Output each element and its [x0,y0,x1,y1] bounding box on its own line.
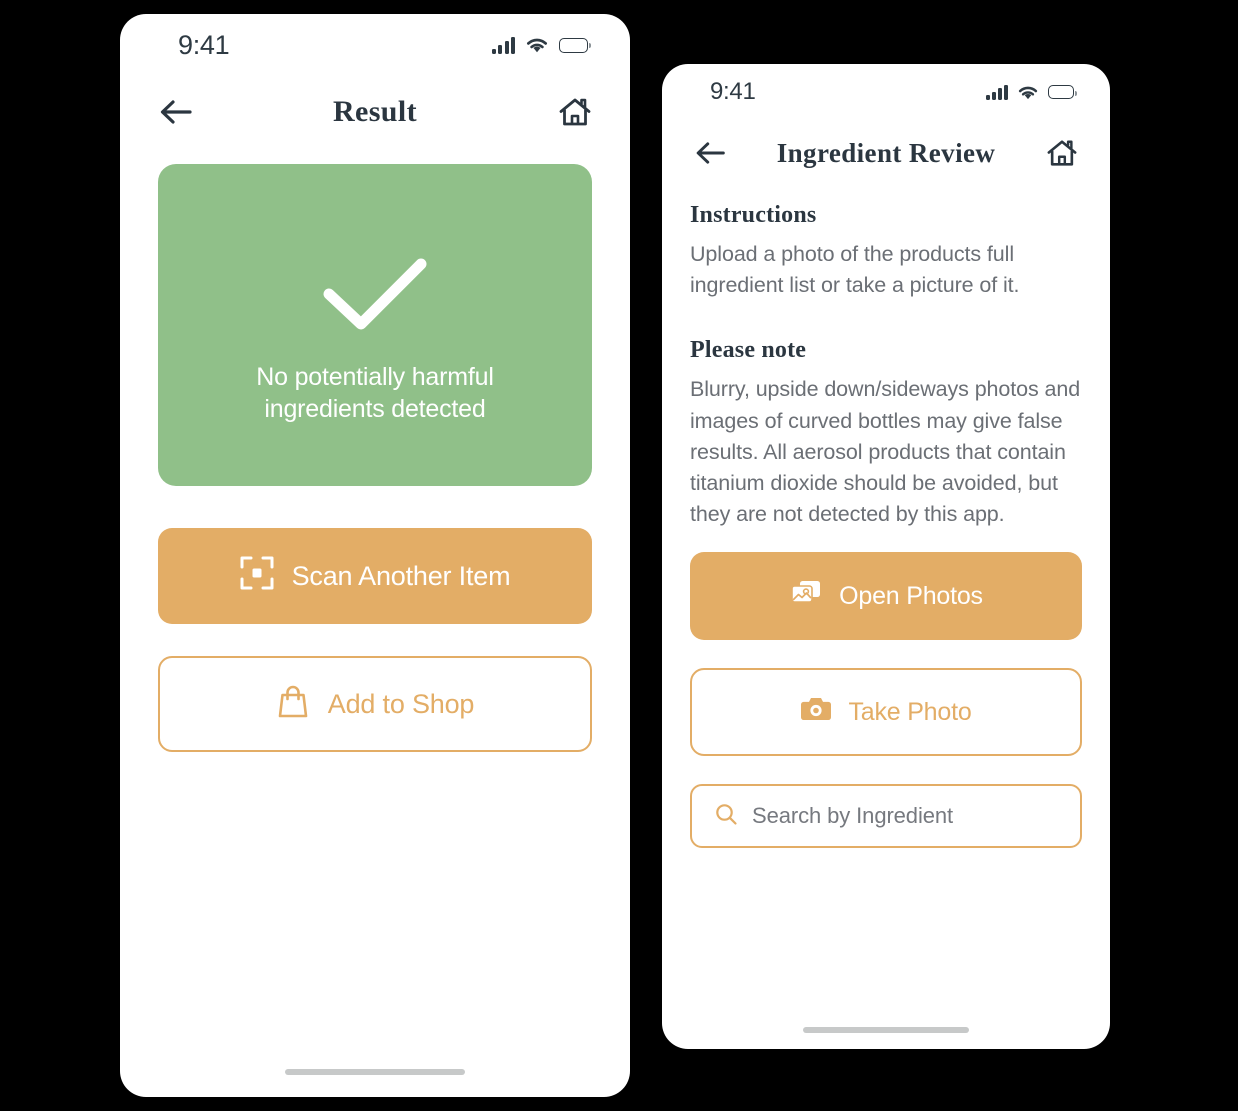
signal-bars-icon [491,36,515,54]
home-button[interactable] [1046,138,1078,168]
signal-bars-icon [986,84,1008,100]
home-icon [558,96,592,128]
phone-screen-result: 9:41 Result No potentially harmful ingre… [120,14,630,1097]
wifi-icon [525,36,549,54]
status-bar: 9:41 [120,14,630,76]
ingredient-review-body: Instructions Upload a photo of the produ… [662,202,1110,849]
open-photos-button[interactable]: Open Photos [690,552,1082,641]
instructions-heading: Instructions [690,202,817,228]
take-photo-button[interactable]: Take Photo [690,668,1082,757]
search-icon [714,802,738,831]
home-button[interactable] [558,96,592,128]
scan-another-item-button[interactable]: Scan Another Item [158,528,592,624]
checkmark-icon [319,254,431,339]
nav-bar: Ingredient Review [662,120,1110,186]
arrow-left-icon [694,139,727,167]
scan-another-item-label: Scan Another Item [291,560,511,591]
instructions-text: Upload a photo of the products full ingr… [690,242,1020,298]
please-note-text: Blurry, upside down/sideways photos and … [690,377,1081,527]
search-field[interactable] [690,784,1082,849]
status-bar: 9:41 [662,64,1110,120]
back-button[interactable] [158,97,194,127]
take-photo-label: Take Photo [848,697,972,726]
home-indicator [285,1069,465,1075]
scan-frame-icon [240,556,274,597]
add-to-shop-label: Add to Shop [327,688,475,719]
photos-stack-icon [789,578,823,615]
status-icons [491,36,591,54]
open-photos-label: Open Photos [839,581,983,610]
arrow-left-icon [158,97,194,127]
result-body: No potentially harmful ingredients detec… [120,164,630,752]
result-card: No potentially harmful ingredients detec… [158,164,592,486]
status-time: 9:41 [710,78,756,105]
shopping-bag-icon [276,683,310,726]
wifi-icon [1017,84,1039,101]
page-title: Result [332,95,418,128]
page-title: Ingredient Review [776,137,996,168]
screenshot-canvas: 9:41 Result No potentially harmful ingre… [0,0,1238,1111]
search-input[interactable] [752,803,1058,830]
add-to-shop-button[interactable]: Add to Shop [158,656,592,752]
back-button[interactable] [694,139,727,167]
battery-icon [1048,85,1077,99]
battery-icon [559,37,591,53]
status-time: 9:41 [178,29,230,60]
please-note-heading: Please note [690,337,807,364]
home-indicator [803,1027,969,1033]
status-icons [986,84,1077,101]
phone-screen-ingredient-review: 9:41 Ingredient Review Instructions Uplo… [662,64,1110,1049]
camera-icon [800,695,832,730]
nav-bar: Result [120,76,630,148]
home-icon [1046,138,1078,168]
result-message: No potentially harmful ingredients detec… [256,362,494,423]
